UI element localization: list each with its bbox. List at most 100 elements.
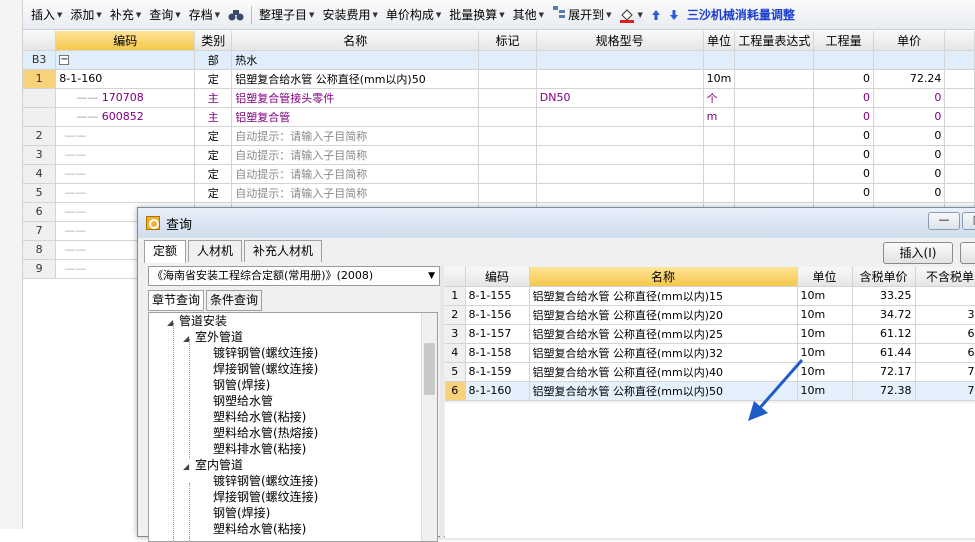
install-fee-menu[interactable]: 安装费用 ▼ <box>318 4 381 26</box>
insert-menu[interactable]: 插入 ▼ <box>27 4 66 26</box>
result-code[interactable]: 8-1-160 <box>465 381 530 401</box>
code-cell[interactable]: —— 600852 <box>55 107 196 127</box>
result-notax-price[interactable]: 72 <box>915 381 975 401</box>
col-header-code[interactable]: 编码 <box>465 267 530 287</box>
qty-cell[interactable]: 0 <box>813 164 874 184</box>
col-header-name[interactable]: 名称 <box>529 267 798 287</box>
result-row[interactable]: 3 8-1-157 铝塑复合给水管 公称直径(mm以内)25 10m 61.12… <box>445 324 975 344</box>
qty-cell[interactable]: 0 <box>813 126 874 146</box>
result-unit[interactable]: 10m <box>797 286 853 306</box>
supplement-menu[interactable]: 补充 ▼ <box>106 4 145 26</box>
batch-convert-menu[interactable]: 批量换算 ▼ <box>445 4 508 26</box>
code-cell[interactable]: —— <box>55 126 196 146</box>
result-row-selected[interactable]: 6 8-1-160 铝塑复合给水管 公称直径(mm以内)50 10m 72.38… <box>445 381 975 401</box>
name-cell[interactable]: 铝塑复合管 <box>231 107 480 127</box>
code-cell[interactable]: —— <box>55 183 196 203</box>
tree-leaf[interactable]: 塑料排水管(粘接) <box>149 441 437 457</box>
collapse-icon[interactable]: − <box>59 55 70 65</box>
maximize-button[interactable]: □ <box>962 212 975 230</box>
qty-cell[interactable]: 0 <box>813 88 874 108</box>
tree-leaf[interactable]: 镀锌钢管(螺纹连接) <box>149 345 437 361</box>
query-menu[interactable]: 查询 ▼ <box>145 4 184 26</box>
type-cell[interactable]: 定 <box>194 183 233 203</box>
col-header-qty[interactable]: 工程量 <box>813 31 874 51</box>
tree-leaf[interactable]: 塑料给水管(热熔接) <box>149 425 437 441</box>
code-cell[interactable]: —— <box>55 164 196 184</box>
result-name[interactable]: 铝塑复合给水管 公称直径(mm以内)20 <box>529 305 798 325</box>
col-header-code[interactable]: 编码 <box>55 31 196 51</box>
code-cell[interactable]: —— <box>55 145 196 165</box>
table-row[interactable]: B3 − 部 热水 <box>23 50 975 70</box>
tab-chapter-query[interactable]: 章节查询 <box>148 290 205 311</box>
col-header-type[interactable]: 类别 <box>194 31 233 51</box>
unit-cell[interactable]: 个 <box>703 88 736 108</box>
code-cell[interactable]: —— 170708 <box>55 88 196 108</box>
name-cell[interactable]: 铝塑复合管接头零件 <box>231 88 480 108</box>
organize-items-menu[interactable]: 整理子目 ▼ <box>255 4 318 26</box>
table-row[interactable]: 1 8-1-160 定 铝塑复合给水管 公称直径(mm以内)50 10m 0 7… <box>23 69 975 89</box>
arrow-up-icon[interactable] <box>647 4 665 26</box>
tree-leaf[interactable]: 钢管(焊接) <box>149 377 437 393</box>
col-header-qty-expr[interactable]: 工程量表达式 <box>734 31 815 51</box>
qty-cell[interactable]: 0 <box>813 69 874 89</box>
tree-leaf[interactable]: 焊接钢管(螺纹连接) <box>149 361 437 377</box>
table-row[interactable]: 2 —— 定 自动提示：请输入子目简称 0 0 <box>23 126 975 146</box>
tree-node[interactable]: ◢ 室内管道 <box>149 457 437 473</box>
result-name[interactable]: 铝塑复合给水管 公称直径(mm以内)25 <box>529 324 798 344</box>
table-row[interactable]: 5 —— 定 自动提示：请输入子目简称 0 0 <box>23 183 975 203</box>
tab-quota[interactable]: 定额 <box>144 240 187 263</box>
name-cell[interactable]: 自动提示：请输入子目简称 <box>231 145 480 165</box>
tree-leaf[interactable]: 钢管(焊接) <box>149 505 437 521</box>
tab-supplement-lmm[interactable]: 补充人材机 <box>244 240 323 262</box>
dialog-titlebar[interactable]: 查询 <box>138 208 975 238</box>
price-cell[interactable]: 0 <box>873 183 946 203</box>
result-tax-price[interactable]: 61.12 <box>852 324 916 344</box>
tree-node[interactable]: ◢ 管道安装 <box>149 313 437 329</box>
type-cell[interactable]: 定 <box>194 164 233 184</box>
name-cell[interactable]: 自动提示：请输入子目简称 <box>231 164 480 184</box>
table-row[interactable]: —— 600852 主 铝塑复合管 m 0 0 <box>23 107 975 127</box>
result-notax-price[interactable]: 3 <box>915 286 975 306</box>
col-header-unit[interactable]: 单位 <box>797 267 853 287</box>
price-cell[interactable]: 72.24 <box>873 69 946 89</box>
result-unit[interactable]: 10m <box>797 305 853 325</box>
spec-cell[interactable] <box>536 69 704 89</box>
binoculars-icon[interactable] <box>224 4 248 26</box>
qty-cell[interactable]: 0 <box>813 107 874 127</box>
price-cell[interactable]: 0 <box>873 145 946 165</box>
panel-splitter[interactable] <box>440 266 444 538</box>
result-code[interactable]: 8-1-157 <box>465 324 530 344</box>
type-cell[interactable]: 主 <box>194 107 233 127</box>
tree-node[interactable]: ◢ 室外管道 <box>149 329 437 345</box>
result-code[interactable]: 8-1-159 <box>465 362 530 382</box>
result-row[interactable]: 1 8-1-155 铝塑复合给水管 公称直径(mm以内)15 10m 33.25… <box>445 286 975 306</box>
spec-cell[interactable]: DN50 <box>536 88 704 108</box>
tab-condition-query[interactable]: 条件查询 <box>206 290 263 311</box>
col-header-notax-price[interactable]: 不含税单 <box>915 267 975 287</box>
tree-scrollbar[interactable] <box>421 313 437 541</box>
name-cell[interactable]: 热水 <box>231 50 480 70</box>
tab-labor-material-machine[interactable]: 人材机 <box>188 240 243 262</box>
tree-leaf[interactable]: 塑料给水管(粘接) <box>149 521 437 537</box>
price-cell[interactable]: 0 <box>873 107 946 127</box>
table-row[interactable]: 4 —— 定 自动提示：请输入子目简称 0 0 <box>23 164 975 184</box>
col-header-price[interactable]: 单价 <box>873 31 946 51</box>
paint-bucket-icon[interactable]: ▼ <box>615 4 646 26</box>
name-cell[interactable]: 自动提示：请输入子目简称 <box>231 183 480 203</box>
result-unit[interactable]: 10m <box>797 324 853 344</box>
unit-cell[interactable]: m <box>703 107 736 127</box>
result-row[interactable]: 4 8-1-158 铝塑复合给水管 公称直径(mm以内)32 10m 61.44… <box>445 343 975 363</box>
result-code[interactable]: 8-1-156 <box>465 305 530 325</box>
tree-leaf[interactable]: 焊接钢管(螺纹连接) <box>149 489 437 505</box>
result-tax-price[interactable]: 33.25 <box>852 286 916 306</box>
code-cell[interactable]: 8-1-160 <box>55 69 196 89</box>
unit-cell[interactable]: 10m <box>703 69 736 89</box>
expand-to-menu[interactable]: 展开到 ▼ <box>548 4 615 26</box>
arrow-down-icon[interactable] <box>665 4 683 26</box>
archive-menu[interactable]: 存档 ▼ <box>185 4 224 26</box>
result-row[interactable]: 2 8-1-156 铝塑复合给水管 公称直径(mm以内)20 10m 34.72… <box>445 305 975 325</box>
add-menu[interactable]: 添加 ▼ <box>66 4 105 26</box>
col-header-name[interactable]: 名称 <box>231 31 480 51</box>
qty-cell[interactable]: 0 <box>813 145 874 165</box>
result-tax-price[interactable]: 72.17 <box>852 362 916 382</box>
